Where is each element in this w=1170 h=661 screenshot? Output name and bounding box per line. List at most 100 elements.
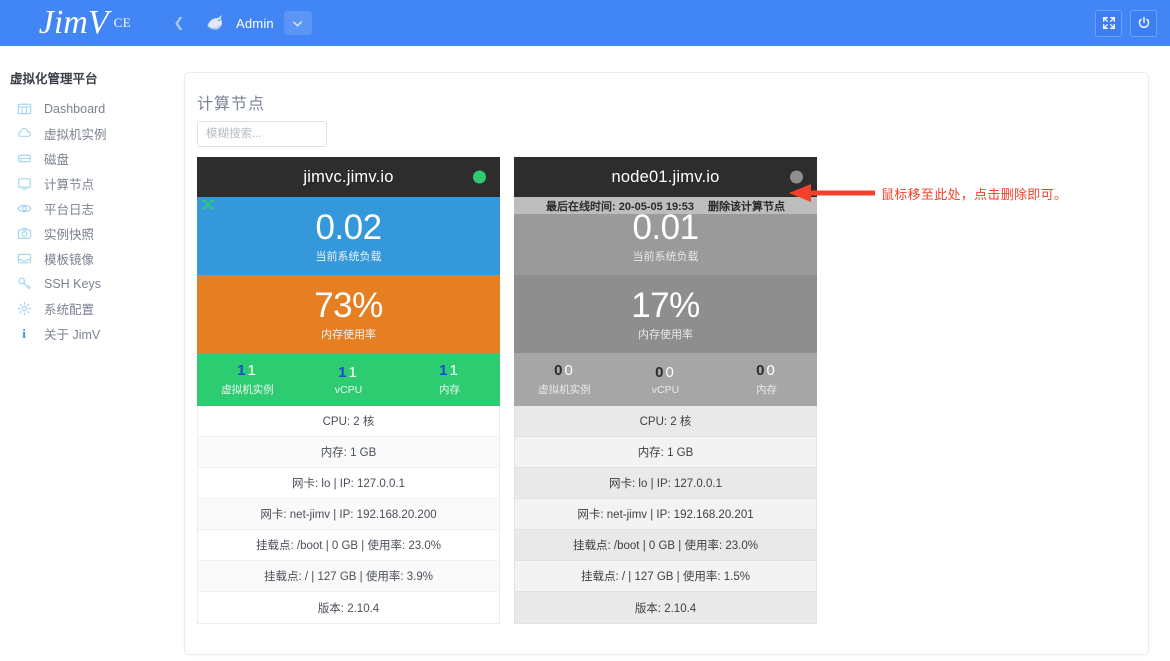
stat-numbers: 11 <box>439 362 460 379</box>
status-badge <box>473 170 486 184</box>
bird-avatar-icon <box>207 14 223 30</box>
sidebar-item-snapshots[interactable]: 实例快照 <box>0 221 172 246</box>
load-caption: 当前系统负载 <box>315 250 382 263</box>
sidebar-item-about[interactable]: i 关于 JimV <box>0 321 172 346</box>
power-icon <box>1138 16 1149 28</box>
detail-row: 内存: 1 GB <box>515 437 816 468</box>
left-arrow-icon <box>789 184 875 202</box>
node-card-list: jimvc.jimv.io 0.02 当前系统负载 73% 内存使用率 11 虚… <box>197 157 817 624</box>
fullscreen-button[interactable] <box>1095 9 1122 37</box>
sidebar-item-label: Dashboard <box>44 101 106 116</box>
sidebar-item-vm-instances[interactable]: 虚拟机实例 <box>0 121 172 146</box>
node-card-header: node01.jimv.io <box>514 157 817 197</box>
sidebar-title: 虚拟化管理平台 <box>10 72 98 86</box>
user-dropdown-button[interactable] <box>283 11 312 35</box>
load-caption: 当前系统负载 <box>632 250 699 263</box>
stat-caption: 内存 <box>756 384 777 396</box>
node-memory-metric: 73% 内存使用率 <box>197 275 500 353</box>
cloud-icon <box>16 126 32 142</box>
detail-row: 版本: 2.10.4 <box>198 592 499 623</box>
dashboard-icon <box>16 101 32 117</box>
sidebar-item-label: 实例快照 <box>44 228 95 242</box>
node-memory-metric: 17% 内存使用率 <box>514 275 817 353</box>
delete-node-link[interactable]: 删除该计算节点 <box>708 198 785 214</box>
key-icon <box>16 276 32 292</box>
detail-row: 挂载点: / | 127 GB | 使用率: 1.5% <box>515 561 816 592</box>
node-detail-list: CPU: 2 核 内存: 1 GB 网卡: lo | IP: 127.0.0.1… <box>514 406 817 624</box>
detail-row: CPU: 2 核 <box>198 406 499 437</box>
sidebar-item-platform-logs[interactable]: 平台日志 <box>0 196 172 221</box>
shuffle-icon <box>202 198 215 211</box>
node-detail-list: CPU: 2 核 内存: 1 GB 网卡: lo | IP: 127.0.0.1… <box>197 406 500 624</box>
detail-row: 网卡: net-jimv | IP: 192.168.20.201 <box>515 499 816 530</box>
gear-icon <box>16 301 32 317</box>
stat-vcpu: 11 vCPU <box>298 364 399 396</box>
stat-memory: 11 内存 <box>399 362 500 397</box>
app-logo[interactable]: JimV CE <box>0 0 170 46</box>
stat-caption: vCPU <box>651 383 680 396</box>
detail-row: 网卡: lo | IP: 127.0.0.1 <box>515 468 816 499</box>
stat-memory: 00 内存 <box>716 362 817 397</box>
sidebar-item-system-config[interactable]: 系统配置 <box>0 296 172 321</box>
node-hover-actions-bar[interactable]: 最后在线时间: 20-05-05 19:53 删除该计算节点 <box>514 197 817 214</box>
sidebar-item-label: SSH Keys <box>44 276 101 291</box>
page-title: 计算节点 <box>197 96 266 113</box>
detail-row: 内存: 1 GB <box>198 437 499 468</box>
detail-row: 网卡: lo | IP: 127.0.0.1 <box>198 468 499 499</box>
chevron-down-icon <box>293 20 303 27</box>
sidebar-item-label: 磁盘 <box>44 153 70 167</box>
stat-numbers: 00 <box>756 362 777 379</box>
memory-caption: 内存使用率 <box>321 328 376 341</box>
search-input[interactable] <box>197 121 327 147</box>
compute-nodes-panel: 计算节点 jimvc.jimv.io 0.02 当前系统负载 <box>184 72 1149 655</box>
stat-caption: vCPU <box>334 383 363 396</box>
detail-row: CPU: 2 核 <box>515 406 816 437</box>
memory-value: 73% <box>314 285 383 325</box>
sidebar-item-label: 模板镜像 <box>44 253 95 267</box>
main-content: 计算节点 jimvc.jimv.io 0.02 当前系统负载 <box>172 46 1170 661</box>
node-card[interactable]: jimvc.jimv.io 0.02 当前系统负载 73% 内存使用率 11 虚… <box>197 157 500 624</box>
sidebar-item-compute-nodes[interactable]: 计算节点 <box>0 171 172 196</box>
stat-numbers: 00 <box>655 363 676 381</box>
user-menu[interactable]: Admin <box>204 11 312 35</box>
node-stats-row: 00 虚拟机实例 00 vCPU 00 内存 <box>514 353 817 406</box>
sidebar-item-ssh-keys[interactable]: SSH Keys <box>0 271 172 296</box>
power-button[interactable] <box>1130 9 1157 37</box>
load-value: 0.01 <box>632 207 699 247</box>
logo-text: JimV <box>38 4 109 41</box>
annotation-text: 鼠标移至此处，点击删除即可。 <box>881 186 1068 202</box>
sidebar: 虚拟化管理平台 Dashboard 虚拟机实例 磁盘 计算节点 平台日志 实例快… <box>0 46 172 661</box>
stat-numbers: 11 <box>237 362 258 379</box>
stat-numbers: 00 <box>554 362 575 379</box>
annotation-callout: 鼠标移至此处，点击删除即可。 <box>787 182 1067 204</box>
stat-vm-instances: 11 虚拟机实例 <box>197 362 298 397</box>
inbox-icon <box>16 251 32 267</box>
stat-vcpu: 00 vCPU <box>615 364 716 396</box>
logo-edition: CE <box>113 15 132 30</box>
detail-row: 挂载点: / | 127 GB | 使用率: 3.9% <box>198 561 499 592</box>
topbar-actions <box>1095 9 1170 37</box>
monitor-icon <box>16 176 32 192</box>
stat-vm-instances: 00 虚拟机实例 <box>514 362 615 397</box>
stat-caption: 虚拟机实例 <box>538 384 591 396</box>
last-online-label: 最后在线时间: 20-05-05 19:53 <box>546 200 694 213</box>
sidebar-item-label: 虚拟机实例 <box>44 128 107 142</box>
sidebar-collapse-icon[interactable]: ❮ <box>170 15 188 31</box>
memory-caption: 内存使用率 <box>638 328 693 341</box>
sidebar-item-label: 平台日志 <box>44 203 95 217</box>
disk-icon <box>16 151 32 167</box>
node-card[interactable]: node01.jimv.io 最后在线时间: 20-05-05 19:53 删除… <box>514 157 817 624</box>
stat-caption: 内存 <box>439 384 460 396</box>
sidebar-item-label: 关于 JimV <box>44 328 101 342</box>
detail-row: 网卡: net-jimv | IP: 192.168.20.200 <box>198 499 499 530</box>
info-icon: i <box>22 325 26 341</box>
detail-row: 版本: 2.10.4 <box>515 592 816 623</box>
fullscreen-icon <box>1102 17 1115 29</box>
stat-caption: 虚拟机实例 <box>221 384 274 396</box>
sidebar-item-disks[interactable]: 磁盘 <box>0 146 172 171</box>
node-hostname: node01.jimv.io <box>611 167 720 186</box>
sidebar-item-dashboard[interactable]: Dashboard <box>0 96 172 121</box>
user-name-label: Admin <box>236 15 274 31</box>
node-stats-row: 11 虚拟机实例 11 vCPU 11 内存 <box>197 353 500 406</box>
sidebar-item-template-images[interactable]: 模板镜像 <box>0 246 172 271</box>
